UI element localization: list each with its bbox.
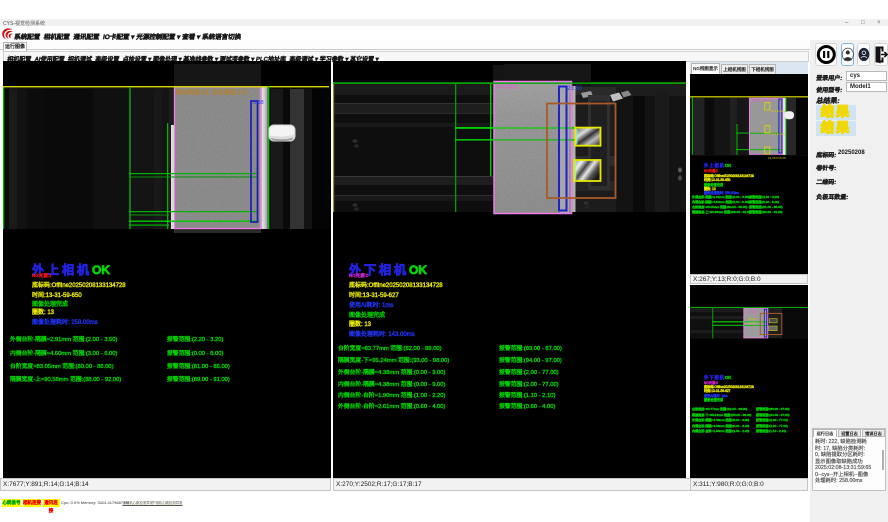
svg-text:12.55: 12.55 xyxy=(748,321,756,325)
svg-text:AI检测框: AI检测框 xyxy=(496,83,518,91)
svg-text:12.5 A=3.1: 12.5 A=3.1 xyxy=(771,109,786,113)
svg-text:AI检测框: AI检测框 xyxy=(747,310,758,314)
svg-text:阈值:93 动态:100: 阈值:93 动态:100 xyxy=(751,98,774,103)
svg-text:3.88: 3.88 xyxy=(253,100,264,106)
svg-text:23.80: 23.80 xyxy=(567,86,583,92)
svg-text:静态阈值:93, 动态阈值:100: 静态阈值:93, 动态阈值:100 xyxy=(176,89,248,97)
svg-text:12.45 Px5.08: 12.45 Px5.08 xyxy=(768,156,786,160)
svg-text:12.4 A=3.5: 12.4 A=3.5 xyxy=(771,132,786,136)
